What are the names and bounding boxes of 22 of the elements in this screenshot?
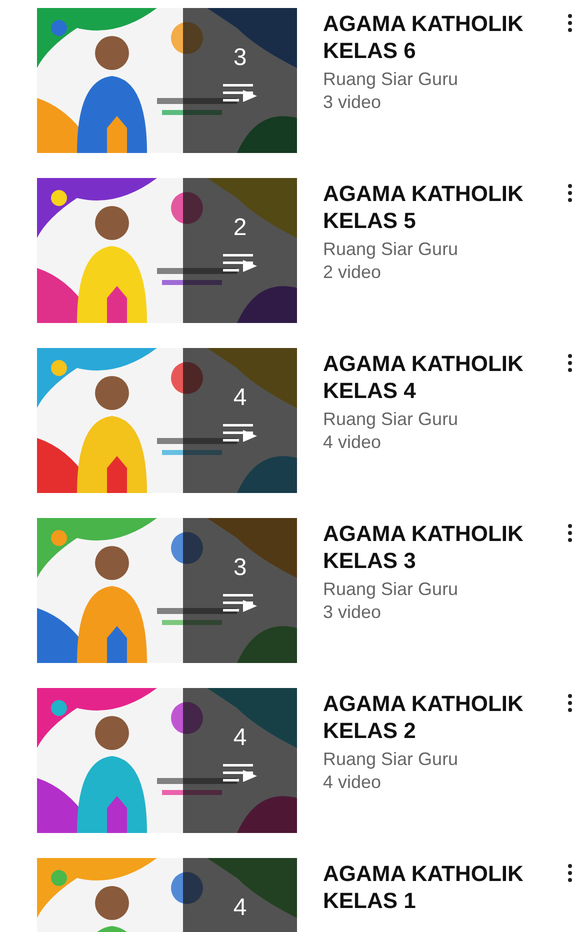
video-count: 2: [233, 215, 247, 241]
video-count: 4: [233, 895, 247, 921]
playlist-title[interactable]: AGAMA KATHOLIK KELAS 3: [323, 520, 538, 574]
channel-name[interactable]: Ruang Siar Guru: [323, 68, 538, 91]
channel-name[interactable]: Ruang Siar Guru: [323, 408, 538, 431]
playlist-title[interactable]: AGAMA KATHOLIK KELAS 4: [323, 350, 538, 404]
video-total: 3 video: [323, 601, 382, 624]
video-total: 4 video: [323, 771, 382, 794]
channel-name[interactable]: Ruang Siar Guru: [323, 238, 538, 261]
channel-name[interactable]: Ruang Siar Guru: [323, 748, 538, 771]
video-total: 2 video: [323, 261, 382, 284]
video-total: 3 video: [323, 91, 382, 114]
video-count: 3: [233, 45, 247, 71]
video-count: 4: [233, 725, 247, 751]
playlist-title[interactable]: AGAMA KATHOLIK KELAS 6: [323, 10, 538, 64]
video-count: 3: [233, 555, 247, 581]
video-count: 4: [233, 385, 247, 411]
video-total: 4 video: [323, 431, 382, 454]
playlist-title[interactable]: AGAMA KATHOLIK KELAS 2: [323, 690, 538, 744]
playlist-title[interactable]: AGAMA KATHOLIK KELAS 1: [323, 860, 538, 914]
playlist-title[interactable]: AGAMA KATHOLIK KELAS 5: [323, 180, 538, 234]
channel-name[interactable]: Ruang Siar Guru: [323, 578, 538, 601]
